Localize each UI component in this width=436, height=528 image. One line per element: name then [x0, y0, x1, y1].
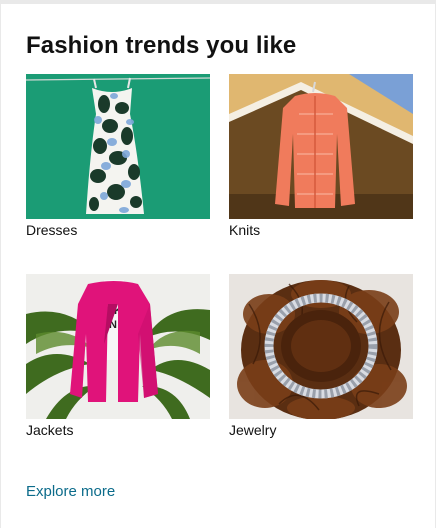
dresses-image: [26, 74, 210, 219]
rhinestone-necklace-icon: [229, 274, 413, 419]
pink-jacket-icon: NO RKI IN: [26, 274, 210, 419]
fashion-trends-card: Fashion trends you like Dresses Knits IN…: [1, 4, 435, 528]
knit-cardigan-icon: [229, 74, 413, 219]
section-title: Fashion trends you like: [26, 32, 297, 59]
tile-label-knits: Knits: [229, 222, 261, 238]
knits-image: [229, 74, 413, 219]
tile-jackets[interactable]: NO RKI IN Jackets: [26, 274, 210, 438]
dress-on-hanger-icon: [26, 74, 210, 219]
jewelry-image: [229, 274, 413, 419]
tile-label-dresses: Dresses: [26, 222, 78, 238]
explore-more-link[interactable]: Explore more: [26, 483, 115, 500]
jackets-image: NO RKI IN: [26, 274, 210, 419]
tile-knits[interactable]: Knits: [229, 74, 413, 238]
tile-label-jewelry: Jewelry: [229, 422, 277, 438]
tile-label-jackets: Jackets: [26, 422, 74, 438]
tile-jewelry[interactable]: Jewelry: [229, 274, 413, 438]
tile-dresses[interactable]: Dresses: [26, 74, 210, 238]
